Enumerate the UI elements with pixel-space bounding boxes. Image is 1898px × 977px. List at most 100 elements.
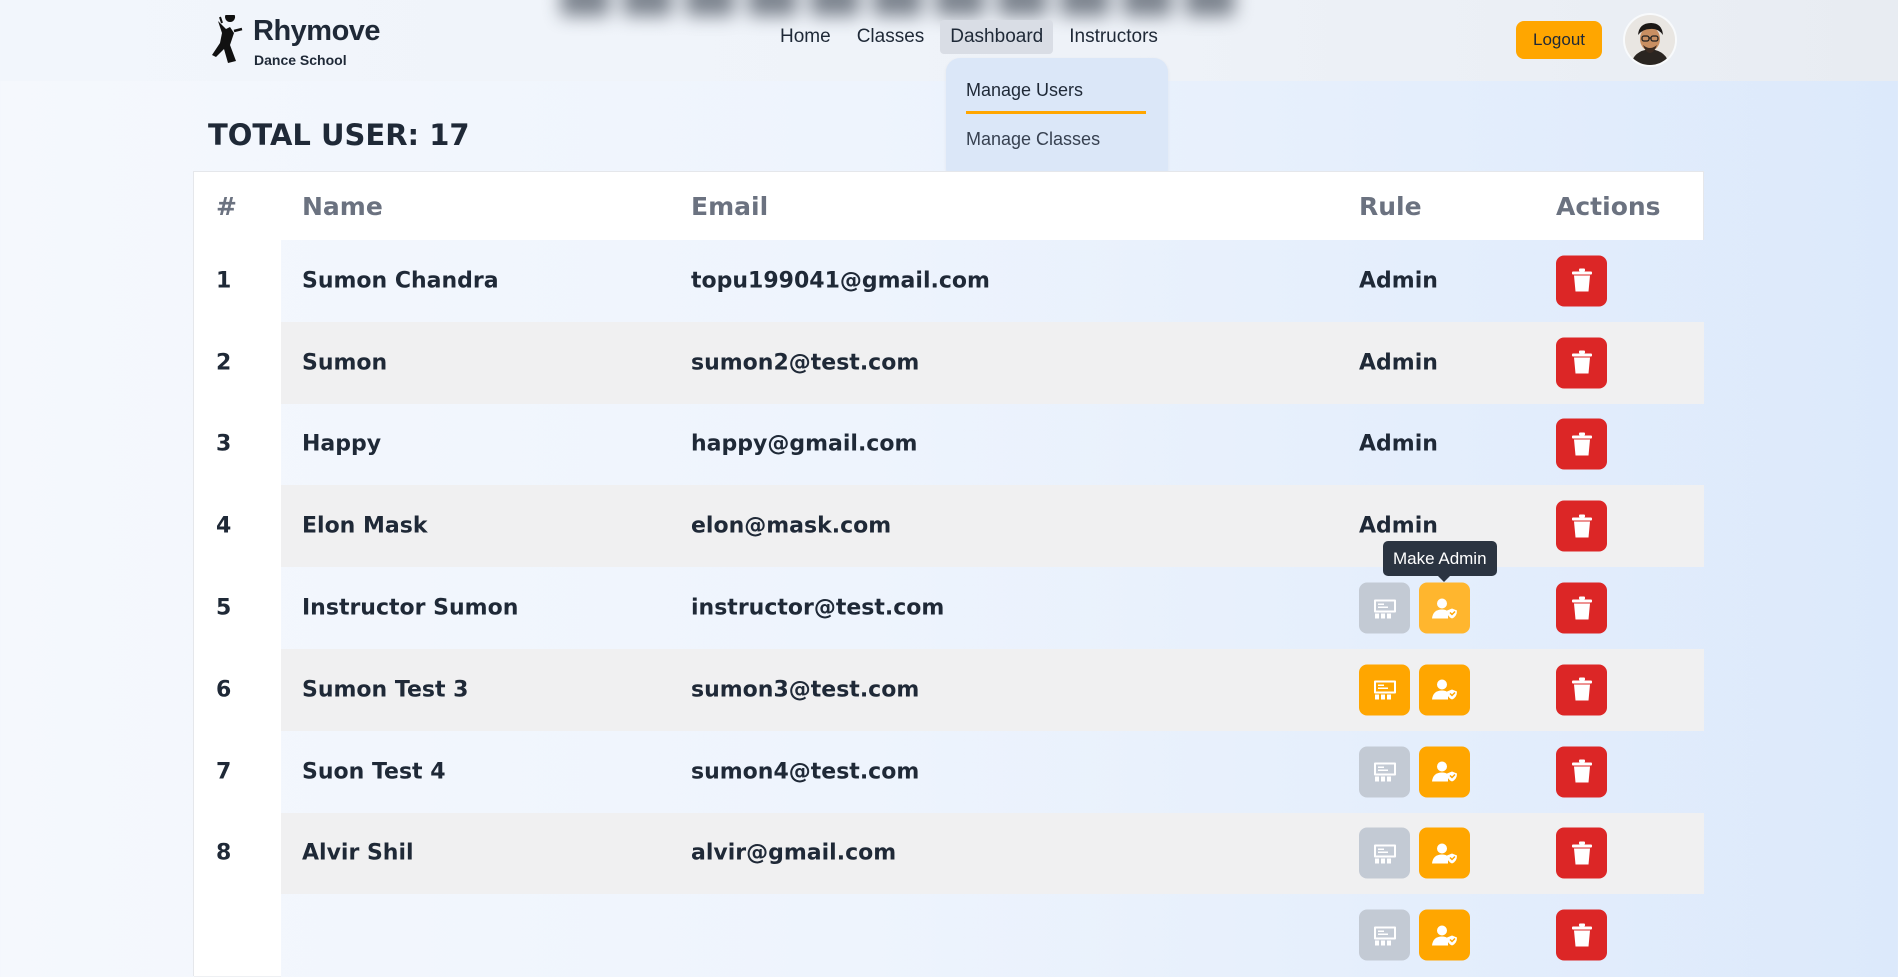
- table-row: 5 Instructor Sumon instructor@test.com: [193, 567, 1704, 650]
- trash-icon: [1571, 432, 1593, 456]
- nav-dashboard-link[interactable]: Dashboard: [940, 20, 1054, 54]
- delete-user-button[interactable]: [1556, 582, 1607, 634]
- delete-user-button[interactable]: [1556, 337, 1607, 389]
- classroom-icon: [1372, 924, 1398, 946]
- index-cell: [194, 485, 281, 569]
- logout-button[interactable]: Logout: [1516, 21, 1602, 59]
- make-admin-button[interactable]: [1419, 746, 1470, 798]
- nav-home-link[interactable]: Home: [770, 20, 841, 54]
- user-role: Admin: [1359, 513, 1438, 539]
- table-row: 2 Sumon sumon2@test.com Admin: [193, 321, 1704, 405]
- user-shield-icon: [1431, 761, 1458, 783]
- user-email: alvir@gmail.com: [691, 840, 897, 866]
- delete-user-button[interactable]: [1556, 746, 1607, 798]
- trash-icon: [1571, 268, 1593, 293]
- make-admin-button[interactable]: [1419, 582, 1470, 634]
- menu-item-manage-classes[interactable]: Manage Classes: [966, 129, 1100, 150]
- brand-name: Rhymove: [253, 15, 381, 47]
- index-cell: [194, 240, 281, 323]
- blurred-background-heading: ■■■■■■■■■■■: [555, 0, 1335, 16]
- trash-icon: [1571, 514, 1593, 538]
- classroom-icon: [1372, 842, 1398, 864]
- user-name: Happy: [302, 431, 382, 457]
- delete-user-button[interactable]: [1556, 909, 1607, 961]
- user-name: Sumon Test 3: [302, 677, 469, 703]
- row-number: 7: [216, 759, 232, 785]
- dashboard-dropdown-menu: Manage Users Manage Classes: [946, 58, 1168, 182]
- classroom-icon: [1372, 679, 1398, 701]
- delete-user-button[interactable]: [1556, 664, 1607, 716]
- index-cell: [194, 730, 281, 814]
- row-number: 6: [216, 677, 232, 703]
- classroom-icon: [1372, 761, 1398, 783]
- col-header-rule: Rule: [1359, 191, 1422, 221]
- make-instructor-button[interactable]: [1359, 827, 1410, 879]
- trash-icon: [1571, 759, 1593, 784]
- make-admin-button[interactable]: [1419, 909, 1470, 961]
- user-name: Elon Mask: [302, 513, 428, 539]
- make-admin-tooltip: Make Admin: [1383, 541, 1497, 582]
- user-role: Admin: [1359, 431, 1438, 457]
- table-header: # Name Email Rule Actions: [193, 171, 1704, 240]
- index-cell: [194, 812, 281, 896]
- col-header-index: #: [216, 191, 237, 221]
- index-cell: [194, 567, 281, 650]
- user-name: Sumon Chandra: [302, 268, 499, 294]
- main-nav: Home Classes Dashboard Instructors: [770, 20, 1168, 54]
- user-shield-icon: [1431, 842, 1458, 864]
- user-email: happy@gmail.com: [691, 431, 918, 457]
- make-admin-button[interactable]: [1419, 827, 1470, 879]
- col-header-name: Name: [302, 191, 383, 221]
- user-email: sumon2@test.com: [691, 350, 920, 376]
- classroom-icon: [1372, 597, 1398, 619]
- user-shield-icon: [1431, 924, 1458, 946]
- make-admin-button[interactable]: [1419, 664, 1470, 716]
- nav-instructors-link[interactable]: Instructors: [1059, 20, 1168, 54]
- trash-icon: [1571, 841, 1593, 865]
- user-name: Instructor Sumon: [302, 595, 519, 621]
- index-cell: [194, 403, 281, 487]
- trash-icon: [1571, 596, 1593, 620]
- user-name: Alvir Shil: [302, 840, 414, 866]
- table-row: [193, 894, 1704, 977]
- col-header-email: Email: [691, 191, 769, 221]
- menu-item-manage-users[interactable]: Manage Users: [966, 80, 1146, 114]
- row-number: 1: [216, 268, 232, 294]
- delete-user-button[interactable]: [1556, 418, 1607, 470]
- user-name: Sumon: [302, 350, 388, 376]
- table-row: 1 Sumon Chandra topu199041@gmail.com Admin: [193, 240, 1704, 323]
- user-name: Suon Test 4: [302, 759, 446, 785]
- make-instructor-button[interactable]: [1359, 746, 1410, 798]
- table-row: 6 Sumon Test 3 sumon3@test.com: [193, 648, 1704, 732]
- row-number: 2: [216, 350, 232, 376]
- delete-user-button[interactable]: [1556, 500, 1607, 552]
- nav-classes-link[interactable]: Classes: [847, 20, 935, 54]
- delete-user-button[interactable]: [1556, 255, 1607, 307]
- trash-icon: [1571, 923, 1593, 947]
- make-instructor-button[interactable]: [1359, 909, 1410, 961]
- user-role: Admin: [1359, 350, 1438, 376]
- col-header-actions: Actions: [1556, 191, 1661, 221]
- table-row: 7 Suon Test 4 sumon4@test.com: [193, 730, 1704, 814]
- make-instructor-button[interactable]: [1359, 664, 1410, 716]
- make-instructor-button[interactable]: [1359, 582, 1410, 634]
- user-email: instructor@test.com: [691, 595, 945, 621]
- user-email: topu199041@gmail.com: [691, 268, 990, 294]
- index-cell: [194, 648, 281, 732]
- brand-tagline: Dance School: [254, 52, 347, 68]
- dancer-logo-icon[interactable]: [208, 15, 248, 67]
- user-email: sumon3@test.com: [691, 677, 920, 703]
- user-email: elon@mask.com: [691, 513, 892, 539]
- row-number: 8: [216, 840, 232, 866]
- trash-icon: [1571, 350, 1593, 375]
- delete-user-button[interactable]: [1556, 827, 1607, 879]
- total-users-heading: TOTAL USER: 17: [208, 118, 470, 152]
- user-role: Admin: [1359, 268, 1438, 294]
- table-row: 3 Happy happy@gmail.com Admin: [193, 403, 1704, 487]
- user-shield-icon: [1431, 597, 1458, 619]
- index-cell: [194, 894, 281, 977]
- index-cell: [194, 321, 281, 405]
- table-row: 8 Alvir Shil alvir@gmail.com: [193, 812, 1704, 896]
- user-avatar[interactable]: [1625, 15, 1675, 65]
- row-number: 5: [216, 595, 232, 621]
